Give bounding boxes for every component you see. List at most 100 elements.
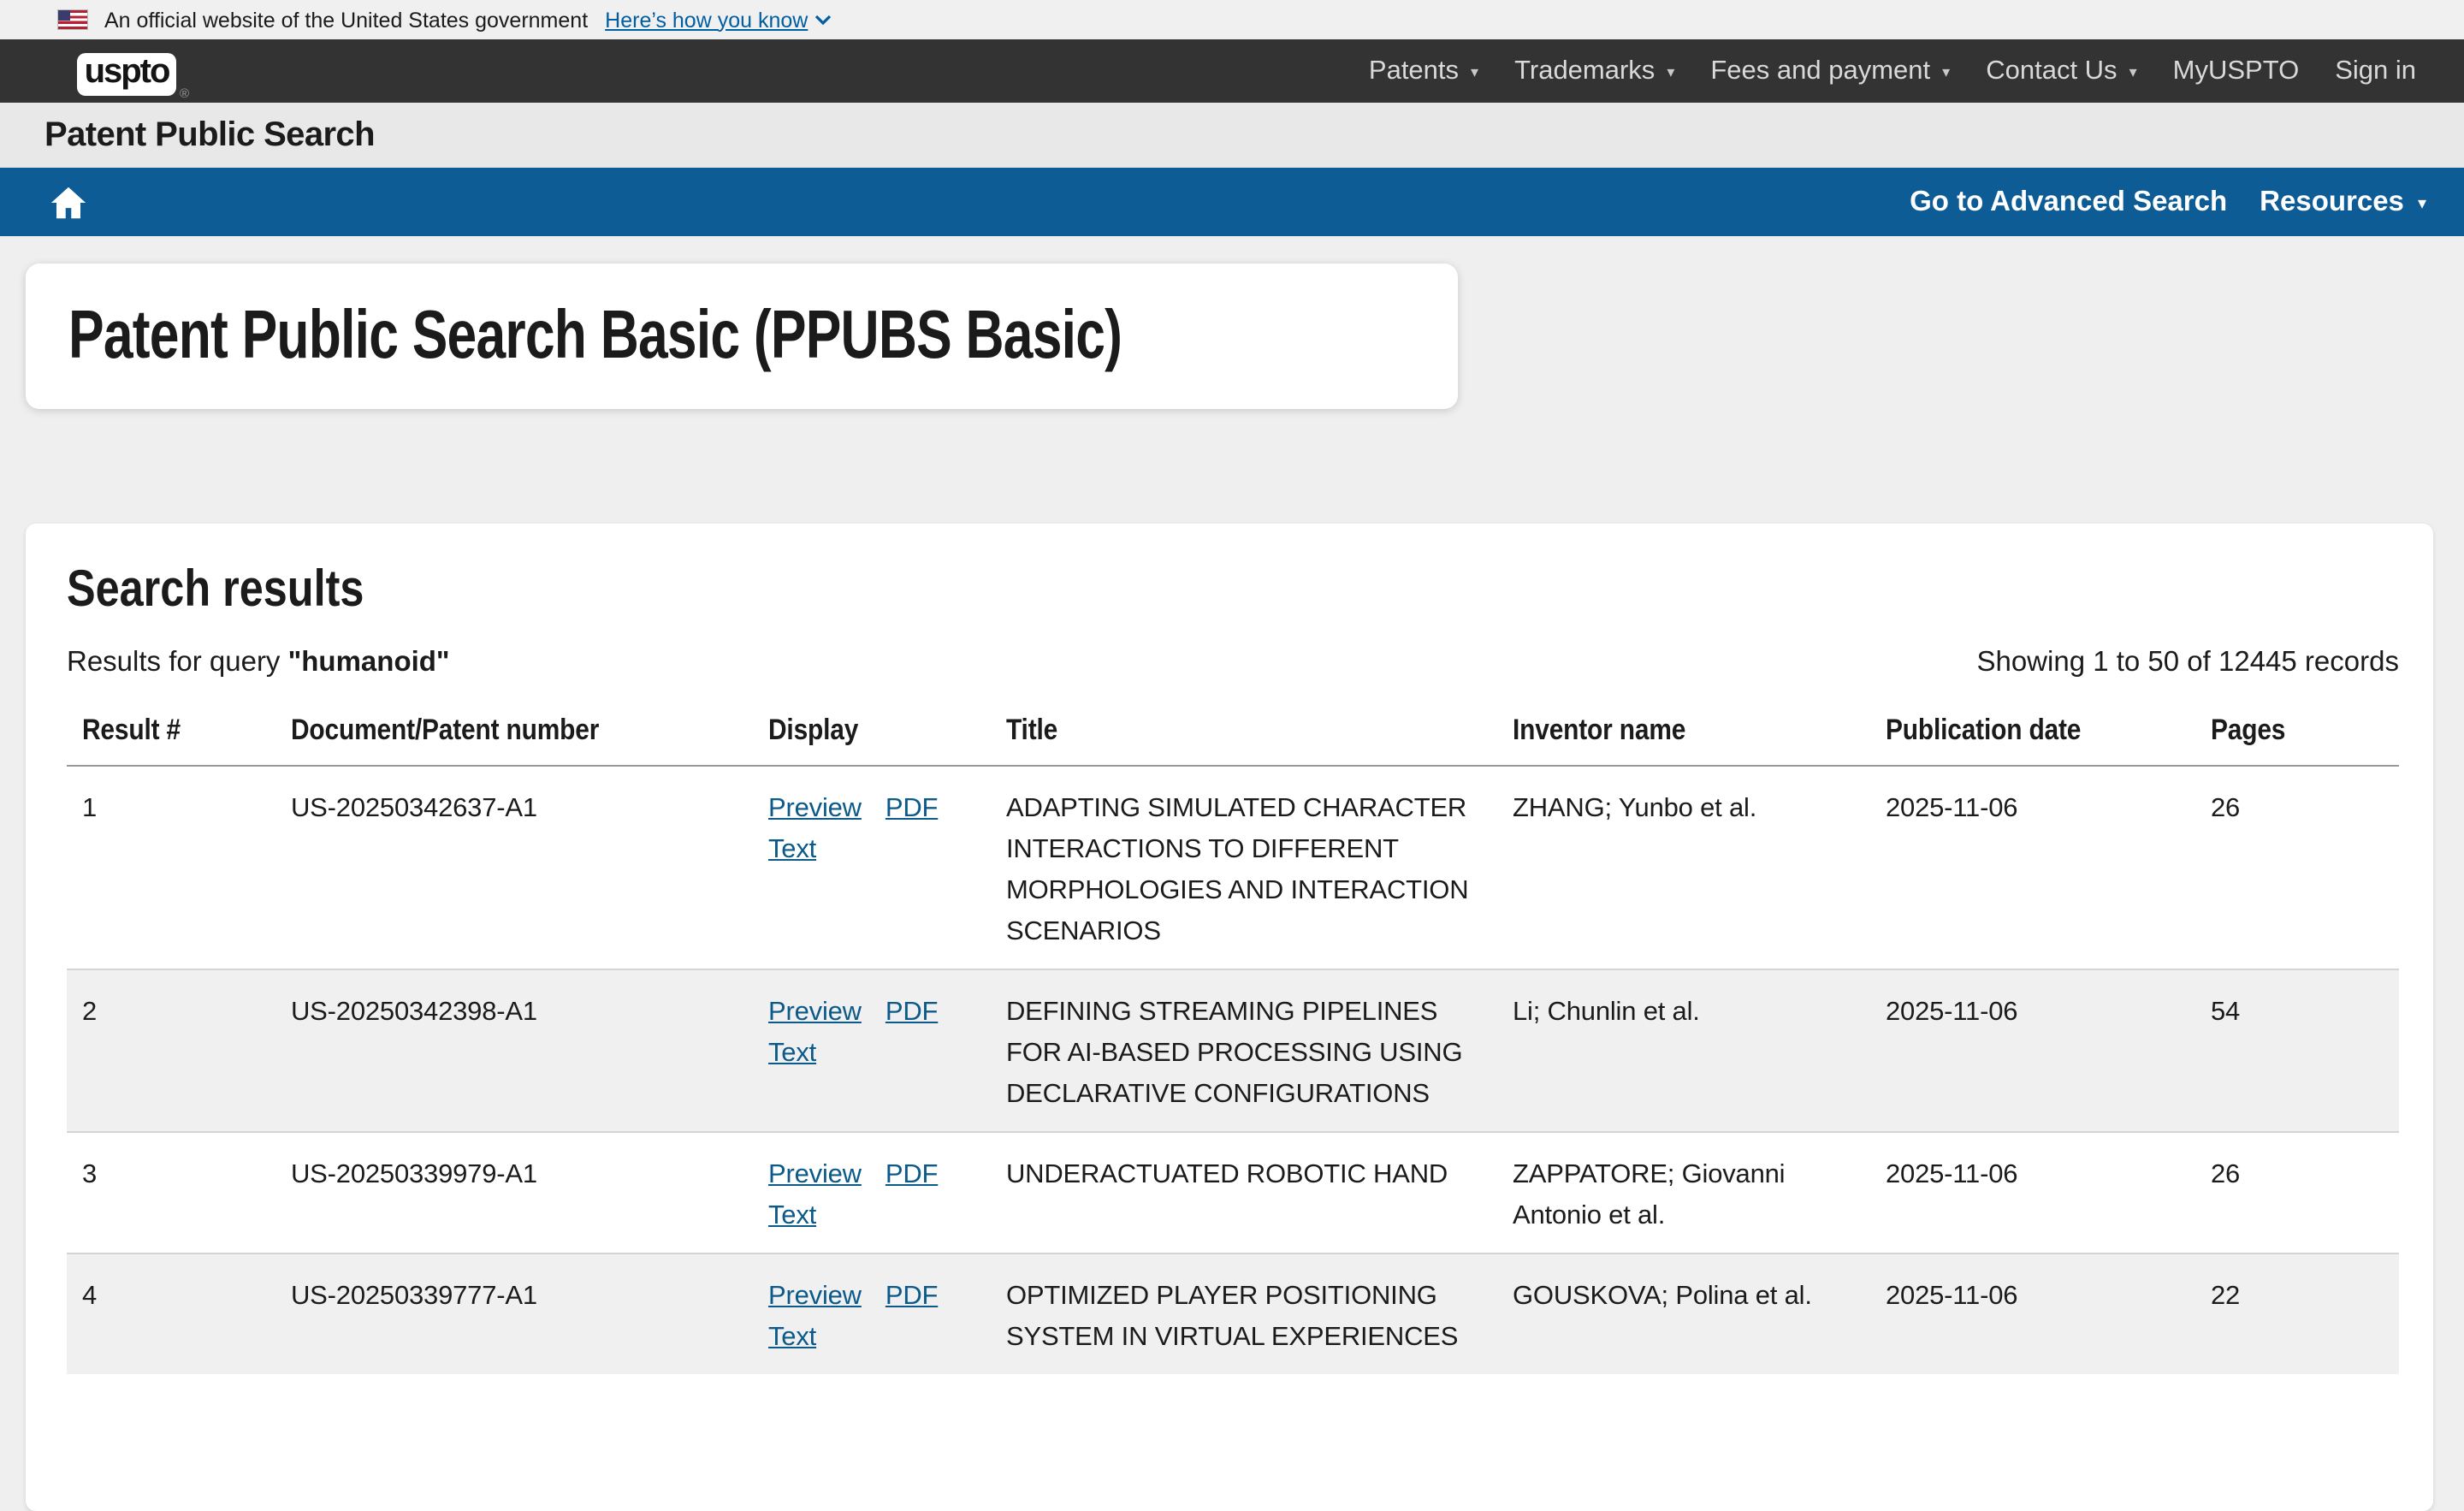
inventor-cell: ZAPPATORE; Giovanni Antonio et al.: [1513, 1132, 1886, 1253]
heres-how-you-know-label: Here’s how you know: [605, 8, 808, 32]
chevron-down-icon: ▾: [2418, 191, 2426, 213]
results-query-line: Results for query "humanoid": [67, 647, 450, 679]
result-number-cell: 3: [67, 1132, 291, 1253]
nav-item-label: Sign in: [2335, 56, 2416, 86]
preview-link[interactable]: Preview: [768, 789, 862, 830]
results-meta-line: Results for query "humanoid" Showing 1 t…: [67, 647, 2399, 679]
display-cell: Preview PDF Text: [768, 969, 1006, 1132]
nav-menu: Patents▾Trademarks▾Fees and payment▾Cont…: [1369, 56, 2416, 86]
nav-item-label: Fees and payment: [1710, 56, 1930, 86]
results-query-prefix: Results for query: [67, 647, 288, 678]
column-header-publication-date: Publication date: [1886, 707, 2211, 766]
document-number-cell: US-20250339979-A1: [291, 1132, 768, 1253]
app-header: Patent Public Search: [0, 103, 2464, 168]
results-table: Result # Document/Patent number Display …: [67, 707, 2399, 1374]
pages-cell: 54: [2211, 969, 2399, 1132]
chevron-down-icon: [814, 14, 832, 26]
search-results-card: Search results Results for query "humano…: [26, 524, 2433, 1511]
column-header-pages: Pages: [2211, 707, 2399, 766]
nav-item-contact-us[interactable]: Contact Us ▾: [1986, 56, 2136, 86]
inventor-cell: ZHANG; Yunbo et al.: [1513, 766, 1886, 969]
text-link[interactable]: Text: [768, 1034, 816, 1075]
title-cell: ADAPTING SIMULATED CHARACTER INTERACTION…: [1006, 766, 1513, 969]
table-row: 3 US-20250339979-A1 Preview PDF Text UND…: [67, 1132, 2399, 1253]
registered-trademark-icon: ®: [180, 86, 189, 101]
publication-date-cell: 2025-11-06: [1886, 1253, 2211, 1374]
results-table-header: Result # Document/Patent number Display …: [67, 707, 2399, 766]
toolbar-links: Go to Advanced Search Resources ▾: [1910, 186, 2426, 218]
document-number-cell: US-20250342398-A1: [291, 969, 768, 1132]
nav-item-patents[interactable]: Patents ▾: [1369, 56, 1478, 86]
chevron-down-icon: ▾: [1667, 60, 1674, 82]
preview-link[interactable]: Preview: [768, 1155, 862, 1196]
nav-item-label: MyUSPTO: [2173, 56, 2300, 86]
blue-toolbar: Go to Advanced Search Resources ▾: [0, 168, 2464, 236]
text-link[interactable]: Text: [768, 830, 816, 871]
display-cell: Preview PDF Text: [768, 1132, 1006, 1253]
column-header-document-number: Document/Patent number: [291, 707, 768, 766]
result-number-cell: 1: [67, 766, 291, 969]
document-number-cell: US-20250339777-A1: [291, 1253, 768, 1374]
text-link[interactable]: Text: [768, 1196, 816, 1237]
home-icon[interactable]: [46, 180, 91, 224]
display-cell: Preview PDF Text: [768, 1253, 1006, 1374]
nav-item-sign-in[interactable]: Sign in: [2335, 56, 2416, 86]
table-row: 4 US-20250339777-A1 Preview PDF Text OPT…: [67, 1253, 2399, 1374]
nav-item-label: Trademarks: [1514, 56, 1655, 86]
nav-item-label: Contact Us: [1986, 56, 2117, 86]
publication-date-cell: 2025-11-06: [1886, 1132, 2211, 1253]
resources-label: Resources: [2260, 186, 2404, 218]
table-row: 1 US-20250342637-A1 Preview PDF Text ADA…: [67, 766, 2399, 969]
pdf-link[interactable]: PDF: [886, 993, 938, 1034]
page-root: An official website of the United States…: [0, 0, 2464, 1331]
top-nav: uspto ® Patents▾Trademarks▾Fees and paym…: [0, 39, 2464, 103]
results-query-term: "humanoid": [288, 647, 450, 678]
results-count: Showing 1 to 50 of 12445 records: [1976, 647, 2399, 679]
resources-menu[interactable]: Resources ▾: [2260, 186, 2426, 218]
nav-item-myuspto[interactable]: MyUSPTO: [2173, 56, 2300, 86]
chevron-down-icon: ▾: [1942, 60, 1950, 82]
nav-item-fees-and-payment[interactable]: Fees and payment ▾: [1710, 56, 1950, 86]
column-header-display: Display: [768, 707, 1006, 766]
result-number-cell: 4: [67, 1253, 291, 1374]
publication-date-cell: 2025-11-06: [1886, 969, 2211, 1132]
us-flag-icon: [58, 10, 87, 29]
preview-link[interactable]: Preview: [768, 1277, 862, 1318]
nav-item-label: Patents: [1369, 56, 1459, 86]
pages-cell: 22: [2211, 1253, 2399, 1374]
result-number-cell: 2: [67, 969, 291, 1132]
nav-item-trademarks[interactable]: Trademarks ▾: [1514, 56, 1674, 86]
heres-how-you-know-link[interactable]: Here’s how you know: [605, 8, 832, 32]
search-results-heading: Search results: [67, 561, 2026, 619]
go-to-advanced-search-link[interactable]: Go to Advanced Search: [1910, 186, 2227, 218]
pages-cell: 26: [2211, 766, 2399, 969]
document-number-cell: US-20250342637-A1: [291, 766, 768, 969]
pdf-link[interactable]: PDF: [886, 1277, 938, 1318]
uspto-logo-text: uspto: [85, 55, 169, 92]
page-title: Patent Public Search Basic (PPUBS Basic): [68, 298, 1122, 375]
home-icon-glyph: [48, 182, 89, 222]
display-cell: Preview PDF Text: [768, 766, 1006, 969]
pdf-link[interactable]: PDF: [886, 789, 938, 830]
title-cell: DEFINING STREAMING PIPELINES FOR AI-BASE…: [1006, 969, 1513, 1132]
pdf-link[interactable]: PDF: [886, 1155, 938, 1196]
gov-banner: An official website of the United States…: [0, 0, 2464, 39]
uspto-logo[interactable]: uspto: [77, 52, 176, 95]
page-title-card: Patent Public Search Basic (PPUBS Basic): [26, 264, 1458, 409]
table-row: 2 US-20250342398-A1 Preview PDF Text DEF…: [67, 969, 2399, 1132]
gov-banner-text: An official website of the United States…: [104, 8, 588, 32]
chevron-down-icon: ▾: [2129, 60, 2137, 82]
title-cell: OPTIMIZED PLAYER POSITIONING SYSTEM IN V…: [1006, 1253, 1513, 1374]
preview-link[interactable]: Preview: [768, 993, 862, 1034]
publication-date-cell: 2025-11-06: [1886, 766, 2211, 969]
results-table-body: 1 US-20250342637-A1 Preview PDF Text ADA…: [67, 766, 2399, 1374]
inventor-cell: Li; Chunlin et al.: [1513, 969, 1886, 1132]
pages-cell: 26: [2211, 1132, 2399, 1253]
text-link[interactable]: Text: [768, 1318, 816, 1359]
inventor-cell: GOUSKOVA; Polina et al.: [1513, 1253, 1886, 1374]
title-cell: UNDERACTUATED ROBOTIC HAND: [1006, 1132, 1513, 1253]
column-header-inventor-name: Inventor name: [1513, 707, 1886, 766]
column-header-result-number: Result #: [67, 707, 291, 766]
app-title: Patent Public Search: [44, 116, 375, 155]
chevron-down-icon: ▾: [1471, 60, 1478, 82]
